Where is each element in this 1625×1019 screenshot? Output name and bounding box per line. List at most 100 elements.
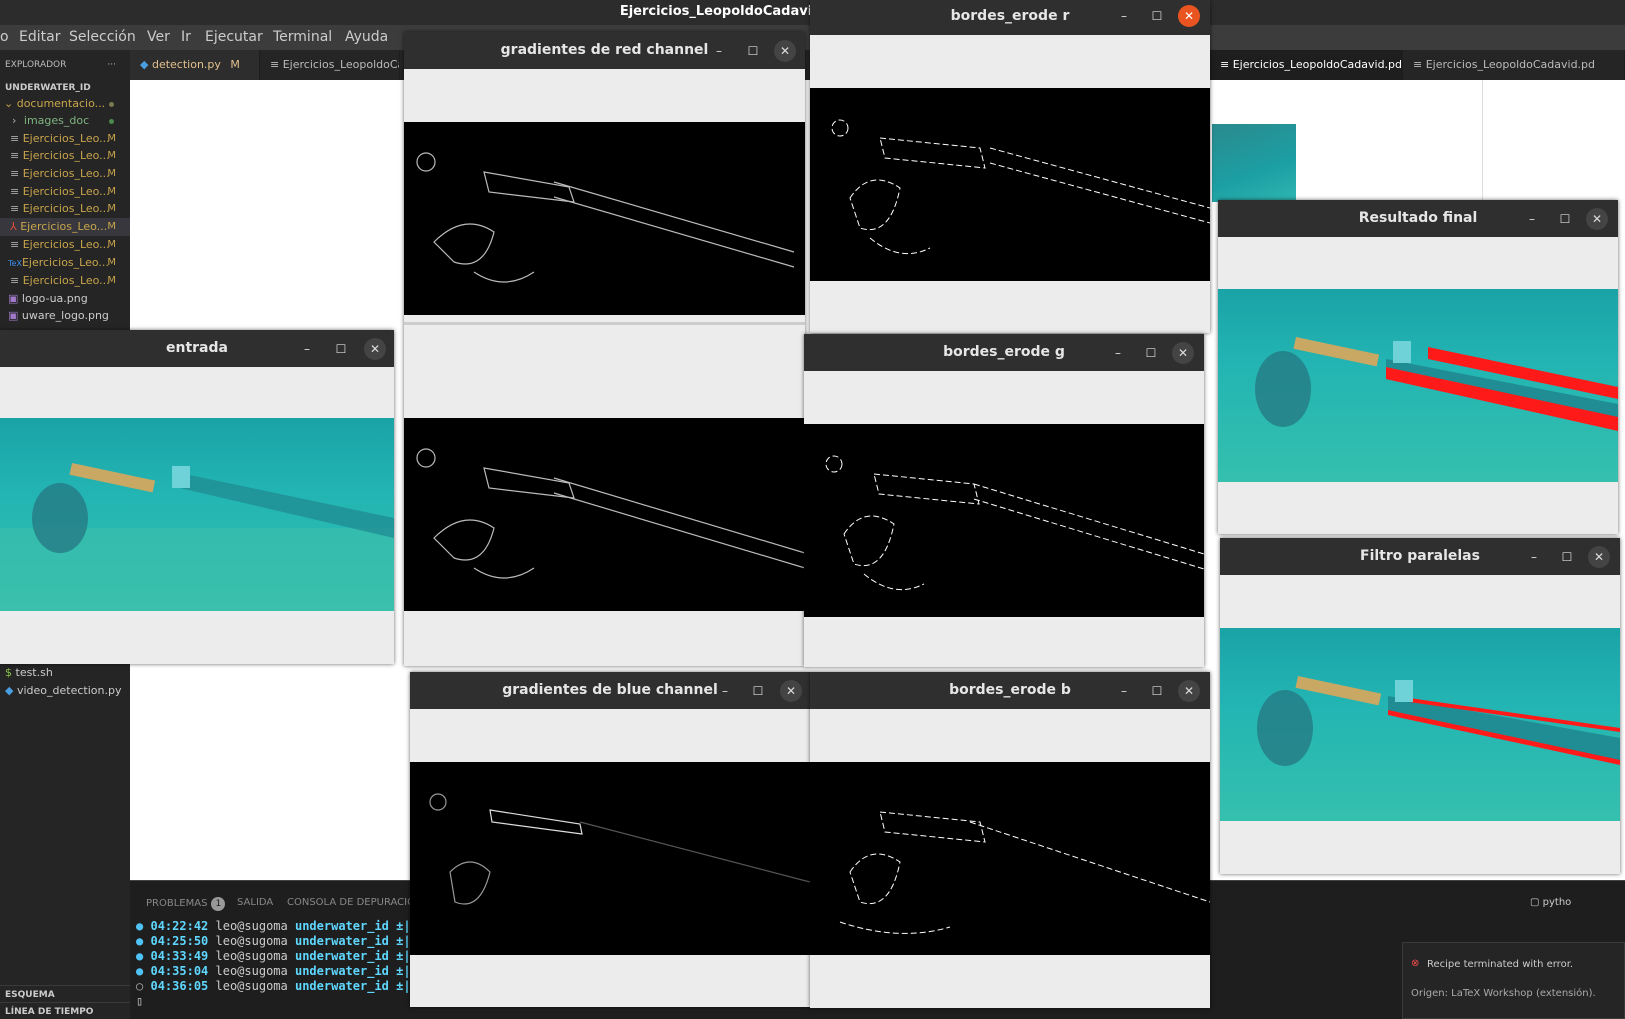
file-item[interactable]: ≡ Ejercicios_Leo... M — [0, 147, 130, 165]
window-titlebar[interactable]: gradientes de blue channel – ☐ ✕ — [410, 672, 810, 709]
menu-item-selection[interactable]: Selección — [69, 29, 136, 45]
file-item[interactable]: ▣ logo-ua.png — [0, 290, 130, 308]
file-item[interactable]: ≡ Ejercicios_Leo... M — [0, 183, 130, 201]
window-titlebar[interactable]: bordes_erode g – ☐ ✕ — [804, 334, 1204, 371]
modified-badge: M — [107, 150, 116, 161]
minimize-icon[interactable]: – — [1113, 680, 1135, 702]
file-item[interactable]: ▣ uware_logo.png — [0, 307, 130, 325]
file-icon: ≡ — [1413, 58, 1423, 71]
user-host: leo@sugoma — [215, 919, 288, 933]
tab-problems[interactable]: PROBLEMAS 1 — [146, 897, 226, 911]
window-titlebar[interactable]: Filtro paralelas – ☐ ✕ — [1220, 538, 1620, 575]
terminal-cursor[interactable]: ▯ — [136, 994, 143, 1008]
more-actions-icon[interactable]: ··· — [107, 56, 116, 74]
file-icon: ≡ — [10, 274, 20, 287]
folder-images-doc[interactable]: › images_doc — [0, 112, 130, 130]
edges-b-image — [810, 762, 1210, 955]
result-scene — [1255, 337, 1618, 431]
tex-icon: TeX — [8, 259, 22, 268]
window-titlebar[interactable]: entrada – ☐ ✕ — [0, 330, 394, 367]
input-image — [0, 418, 394, 611]
close-icon[interactable]: ✕ — [1172, 342, 1194, 364]
outline-section[interactable]: ESQUEMA — [0, 985, 130, 1003]
modified-dot — [109, 119, 114, 124]
maximize-icon[interactable]: ☐ — [1140, 342, 1162, 364]
terminal-selector[interactable]: ▢ pytho — [1530, 897, 1571, 908]
close-icon[interactable]: ✕ — [1178, 680, 1200, 702]
menu-item-run[interactable]: Ejecutar — [205, 29, 263, 45]
explorer-title: EXPLORADOR — [5, 60, 67, 70]
window-bordes-erode-b: bordes_erode b – ☐ ✕ — [810, 672, 1210, 1008]
python-icon: ◆ — [5, 684, 14, 697]
window-titlebar[interactable]: Resultado final – ☐ ✕ — [1218, 200, 1618, 237]
tab-detection-py[interactable]: ◆ detection.py M — [130, 50, 260, 80]
maximize-icon[interactable]: ☐ — [330, 338, 352, 360]
modified-badge: M — [107, 186, 116, 197]
file-item[interactable]: ◆ video_detection.py — [0, 682, 130, 700]
status-ring-icon: ○ — [136, 979, 144, 993]
status-dot-icon: ● — [136, 949, 144, 963]
window-titlebar[interactable]: bordes_erode b – ☐ ✕ — [810, 672, 1210, 709]
file-label: logo-ua.png — [21, 292, 88, 305]
minimize-icon[interactable]: – — [708, 40, 730, 62]
maximize-icon[interactable]: ☐ — [742, 40, 764, 62]
window-titlebar[interactable]: gradientes de red channel – ☐ ✕ — [404, 32, 805, 69]
file-item[interactable]: ≡ Ejercicios_Leo... M — [0, 272, 130, 290]
user-host: leo@sugoma — [215, 949, 288, 963]
minimize-icon[interactable]: – — [714, 680, 736, 702]
timeline-section[interactable]: LÍNEA DE TIEMPO — [0, 1002, 130, 1019]
folder-documentacion[interactable]: ⌄ documentacio... — [0, 95, 130, 113]
file-icon: ≡ — [10, 167, 20, 180]
menu-item-view[interactable]: Ver — [147, 29, 170, 45]
maximize-icon[interactable]: ☐ — [747, 680, 769, 702]
window-titlebar[interactable]: bordes_erode r – ☐ ✕ — [810, 0, 1210, 35]
window-gradientes-red: gradientes de red channel – ☐ ✕ — [404, 32, 805, 666]
minimize-icon[interactable]: – — [1113, 5, 1135, 27]
menu-item-go[interactable]: Ir — [181, 29, 191, 45]
menu-item-file[interactable]: o — [0, 29, 9, 45]
maximize-icon[interactable]: ☐ — [1556, 546, 1578, 568]
window-bordes-erode-r: bordes_erode r – ☐ ✕ — [810, 0, 1210, 333]
tab-debug-console[interactable]: CONSOLA DE DEPURACIÓ — [287, 897, 415, 908]
file-item-selected[interactable]: ⅄ Ejercicios_Leo... M — [0, 218, 130, 236]
menu-item-terminal[interactable]: Terminal — [273, 29, 332, 45]
python-icon: ◆ — [140, 58, 149, 71]
notification-message: Recipe terminated with error. — [1427, 959, 1574, 970]
close-icon[interactable]: ✕ — [1588, 546, 1610, 568]
file-item[interactable]: TeXEjercicios_Leo... M — [0, 254, 130, 272]
tab-output[interactable]: SALIDA — [237, 897, 273, 908]
minimize-icon[interactable]: – — [1523, 546, 1545, 568]
timestamp: 04:33:49 — [150, 949, 209, 963]
terminal-name: pytho — [1542, 897, 1572, 908]
close-icon[interactable]: ✕ — [774, 40, 796, 62]
file-label: Ejercicios_Leo... — [22, 149, 110, 162]
close-icon[interactable]: ✕ — [1586, 208, 1608, 230]
tab-ejercicios-pdf-active[interactable]: ≡ Ejercicios_LeopoldoCadavid.pdf × — [1210, 50, 1403, 80]
maximize-icon[interactable]: ☐ — [1146, 5, 1168, 27]
menu-item-help[interactable]: Ayuda — [345, 29, 388, 45]
edges-r-image — [810, 88, 1210, 281]
gradient-blue-image — [410, 762, 810, 955]
minimize-icon[interactable]: – — [1107, 342, 1129, 364]
file-label: Ejercicios_Leo... — [20, 220, 108, 233]
file-item[interactable]: ≡ Ejercicios_Leo... M — [0, 200, 130, 218]
file-icon: ≡ — [10, 149, 20, 162]
file-label: Ejercicios_Leo... — [21, 256, 109, 269]
maximize-icon[interactable]: ☐ — [1554, 208, 1576, 230]
eroded-edges — [831, 119, 1210, 255]
file-item[interactable]: ≡ Ejercicios_Leo... M — [0, 165, 130, 183]
tab-ejercicios-pdf-2[interactable]: ≡ Ejercicios_LeopoldoCadavid.pd — [1403, 50, 1625, 80]
file-item[interactable]: ≡ Ejercicios_Leo... M — [0, 236, 130, 254]
minimize-icon[interactable]: – — [296, 338, 318, 360]
modified-badge: M — [107, 133, 116, 144]
gradient-green-image — [404, 418, 805, 611]
menu-item-edit[interactable]: Editar — [19, 29, 60, 45]
file-item[interactable]: ≡ Ejercicios_Leo... M — [0, 130, 130, 148]
maximize-icon[interactable]: ☐ — [1146, 680, 1168, 702]
close-icon[interactable]: ✕ — [1178, 5, 1200, 27]
close-icon[interactable]: ✕ — [780, 680, 802, 702]
file-item[interactable]: $ test.sh — [0, 664, 130, 682]
close-icon[interactable]: ✕ — [364, 338, 386, 360]
minimize-icon[interactable]: – — [1521, 208, 1543, 230]
tab-ejercicios-tex[interactable]: ≡ Ejercicios_LeopoldoCada — [260, 50, 400, 80]
